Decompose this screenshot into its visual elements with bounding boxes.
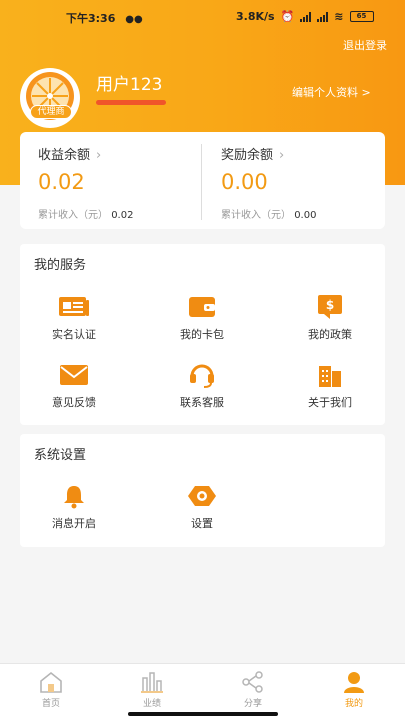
- service-about-us[interactable]: 关于我们: [280, 362, 380, 410]
- battery-icon: 65: [349, 11, 374, 22]
- service-real-name-auth[interactable]: 实名认证: [24, 294, 124, 342]
- building-icon: [319, 366, 341, 387]
- reward-balance[interactable]: 奖励余额 › 0.00 累计收入（元） 0.00: [221, 144, 316, 221]
- setting-settings[interactable]: 设置: [152, 483, 252, 531]
- status-bar: 下午3:36 ●● 3.8K/s ⏰ ≋ 65: [0, 8, 405, 28]
- nav-label: 分享: [243, 699, 262, 709]
- earnings-balance-amount: 0.02: [38, 170, 85, 194]
- svg-text:$: $: [326, 298, 334, 312]
- reward-cumulative-value: 0.00: [294, 210, 317, 221]
- signal-icon-2: [317, 11, 329, 22]
- wifi-icon: ≋: [334, 10, 344, 23]
- nav-home[interactable]: 首页: [21, 670, 81, 709]
- setting-label: 消息开启: [52, 517, 96, 530]
- reward-cumulative-label: 累计收入（元）: [221, 210, 291, 221]
- service-contact-support[interactable]: 联系客服: [152, 362, 252, 410]
- avatar[interactable]: 代理商: [20, 68, 80, 128]
- agent-badge: 代理商: [30, 105, 72, 119]
- chevron-right-icon: ›: [279, 148, 285, 163]
- service-feedback[interactable]: 意见反馈: [24, 362, 124, 410]
- signal-icon: [300, 11, 312, 22]
- mail-icon: [60, 365, 88, 385]
- service-label: 联系客服: [180, 396, 224, 409]
- reward-balance-title: 奖励余额: [221, 148, 274, 163]
- edit-profile-link[interactable]: 编辑个人资料 >: [292, 84, 371, 100]
- home-indicator[interactable]: [128, 712, 278, 716]
- nav-share[interactable]: 分享: [223, 670, 283, 709]
- user-icon: [344, 672, 364, 693]
- service-label: 我的卡包: [180, 328, 224, 341]
- alarm-icon: ⏰: [280, 10, 295, 23]
- earnings-balance-title: 收益余额: [38, 148, 91, 163]
- earnings-cumulative-label: 累计收入（元）: [38, 210, 108, 221]
- nav-label: 首页: [41, 699, 60, 709]
- settings-section: 系统设置 消息开启 设置: [20, 434, 385, 547]
- earnings-cumulative-value: 0.02: [111, 210, 134, 221]
- card-divider: [201, 144, 202, 220]
- share-icon: [242, 671, 263, 693]
- nav-label: 业绩: [142, 699, 161, 709]
- earnings-cumulative: 累计收入（元） 0.02: [38, 206, 133, 221]
- bell-icon: [64, 486, 84, 509]
- earnings-balance[interactable]: 收益余额 › 0.02 累计收入（元） 0.02: [38, 144, 133, 221]
- nav-performance[interactable]: 业绩: [122, 670, 182, 709]
- redacted-scribble: [96, 100, 166, 105]
- reward-cumulative: 累计收入（元） 0.00: [221, 206, 316, 221]
- services-section: 我的服务 实名认证 我的卡包 $ 我的政策 意见反馈 联系客服 关于我们: [20, 244, 385, 425]
- status-time: 下午3:36: [66, 12, 116, 25]
- service-label: 意见反馈: [52, 396, 96, 409]
- logout-button[interactable]: 退出登录: [343, 37, 387, 53]
- network-speed: 3.8K/s: [236, 10, 275, 23]
- settings-title: 系统设置: [34, 448, 87, 463]
- services-title: 我的服务: [34, 258, 87, 273]
- home-icon: [40, 671, 62, 693]
- setting-notifications[interactable]: 消息开启: [24, 483, 124, 531]
- nav-label: 我的: [344, 699, 363, 709]
- balance-card: 收益余额 › 0.02 累计收入（元） 0.02 奖励余额 › 0.00 累计收入（…: [20, 132, 385, 229]
- service-my-card-wallet[interactable]: 我的卡包: [152, 294, 252, 342]
- gear-icon: [188, 486, 216, 506]
- nav-mine[interactable]: 我的: [324, 670, 384, 709]
- service-label: 实名认证: [52, 328, 96, 341]
- policy-icon: $: [318, 295, 342, 319]
- reward-balance-amount: 0.00: [221, 170, 268, 194]
- wallet-icon: [189, 297, 215, 317]
- service-label: 关于我们: [308, 396, 352, 409]
- service-my-policy[interactable]: $ 我的政策: [280, 294, 380, 342]
- setting-label: 设置: [191, 517, 213, 530]
- bar-chart-icon: [141, 672, 163, 693]
- headset-icon: [190, 364, 214, 388]
- id-card-icon: [59, 297, 89, 316]
- username: 用户123: [96, 75, 163, 95]
- service-label: 我的政策: [308, 328, 352, 341]
- chevron-right-icon: ›: [96, 148, 102, 163]
- status-indicators: 3.8K/s ⏰ ≋ 65: [236, 10, 374, 23]
- status-time-group: 下午3:36 ●●: [66, 10, 143, 26]
- wechat-notification-icon: ●●: [125, 14, 143, 25]
